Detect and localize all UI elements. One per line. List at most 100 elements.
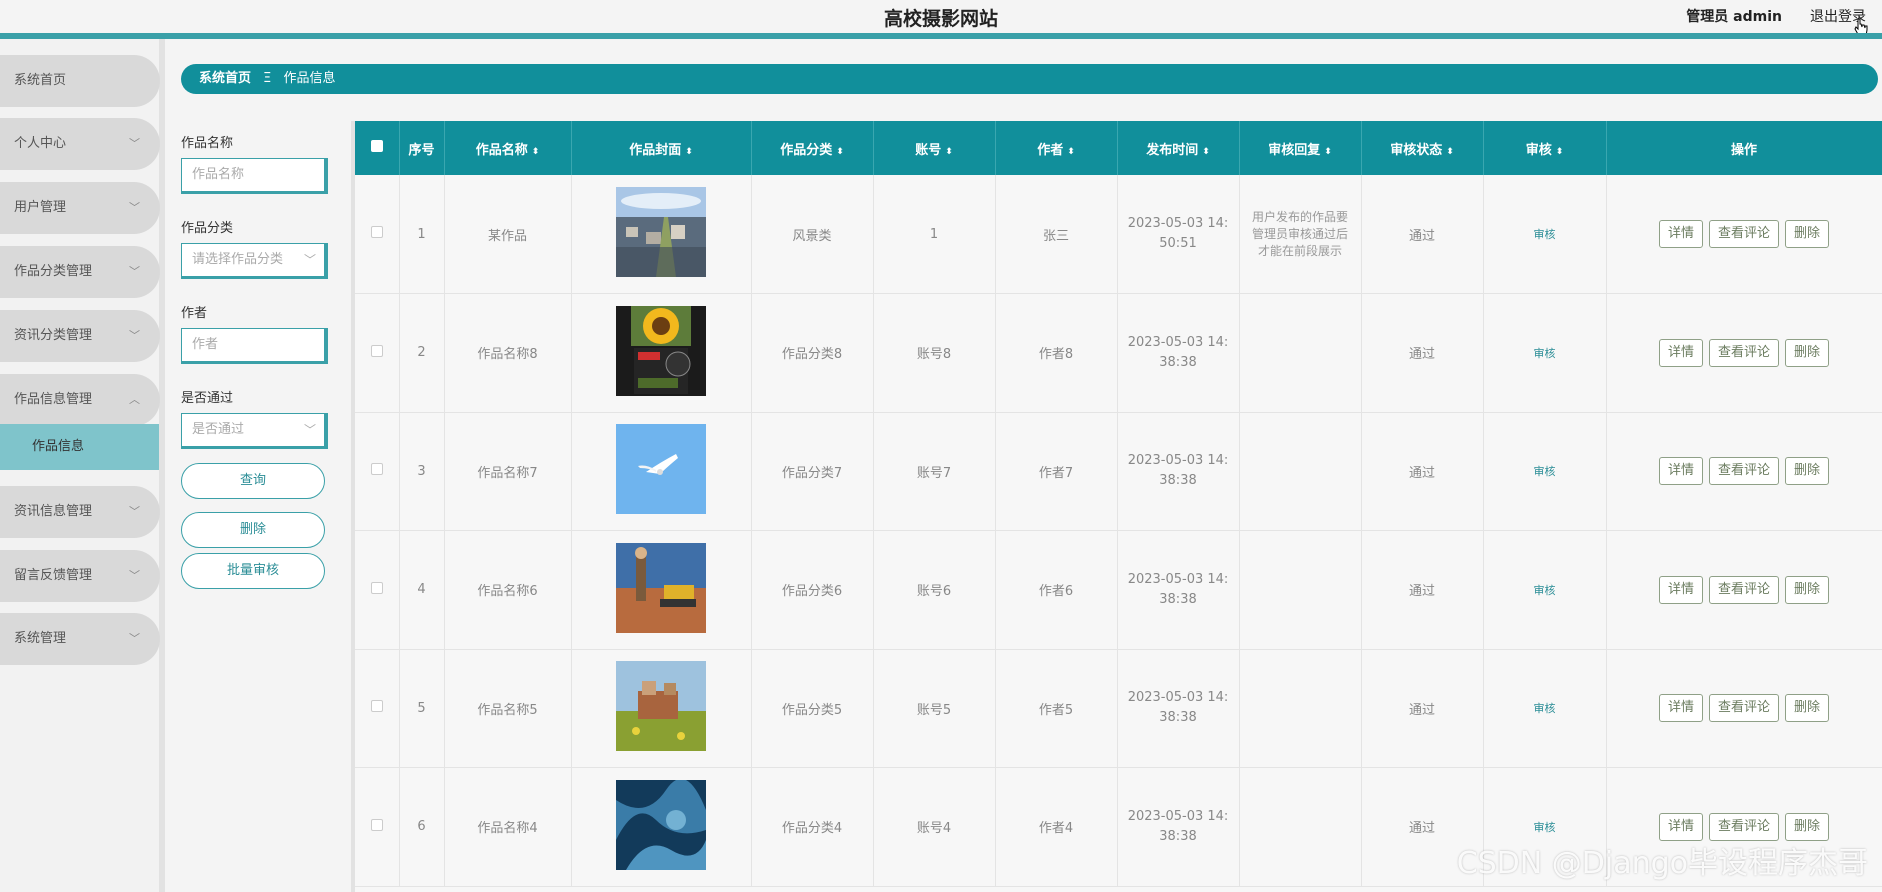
- detail-button[interactable]: 详情: [1658, 457, 1703, 486]
- actions-cell: 详情 查看评论 删除: [1606, 530, 1882, 650]
- time-cell: 2023-05-03 14:38:38: [1117, 412, 1240, 531]
- row-checkbox[interactable]: [370, 463, 383, 476]
- delete-row-button[interactable]: 删除: [1785, 338, 1830, 367]
- query-button[interactable]: 查询: [181, 463, 325, 499]
- column-header[interactable]: 发布时间 ⬍: [1117, 121, 1240, 175]
- row-select-cell[interactable]: [355, 293, 400, 413]
- pass-select[interactable]: 是否通过 ﹀: [181, 413, 328, 449]
- breadcrumb-current: 作品信息: [283, 71, 336, 86]
- detail-button[interactable]: 详情: [1658, 338, 1703, 367]
- table-row[interactable]: 1 某作品 风景类 1 张三 2023-05-03 14:50:51 用户发布的作品要管理员…: [355, 175, 1882, 294]
- row-checkbox[interactable]: [370, 344, 383, 357]
- view-comments-button[interactable]: 查看评论: [1708, 575, 1779, 604]
- category-select-placeholder: 请选择作品分类: [192, 252, 284, 267]
- sidebar-item[interactable]: 用户管理 ﹀: [0, 182, 160, 234]
- table-row[interactable]: 5 作品名称5 作品分类5 账号5 作者5 2023-05-03 14:38:38 通过 审核…: [355, 649, 1882, 768]
- column-header[interactable]: 作品名称 ⬍: [444, 121, 572, 175]
- column-header[interactable]: 审核回复 ⬍: [1239, 121, 1362, 175]
- status-cell: 通过: [1361, 293, 1484, 413]
- time-cell: 2023-05-03 14:38:38: [1117, 530, 1240, 650]
- category-cell: 风景类: [751, 175, 874, 294]
- column-header[interactable]: 账号 ⬍: [873, 121, 996, 175]
- table-row[interactable]: 4 作品名称6 作品分类6 账号6 作者6 2023-05-03 14:38:38 通过 审核…: [355, 530, 1882, 650]
- sidebar-subitem-works-info[interactable]: 作品信息: [0, 424, 159, 470]
- sidebar-item[interactable]: 系统首页: [0, 55, 160, 107]
- detail-button[interactable]: 详情: [1658, 575, 1703, 604]
- row-select-cell[interactable]: [355, 175, 400, 294]
- column-header[interactable]: 审核 ⬍: [1483, 121, 1607, 175]
- sort-icon[interactable]: ⬍: [685, 147, 693, 157]
- author-cell: 作者6: [995, 530, 1118, 650]
- admin-label: 管理员 admin: [1686, 9, 1782, 25]
- sidebar-item[interactable]: 作品分类管理 ﹀: [0, 246, 160, 298]
- row-select-cell[interactable]: [355, 530, 400, 650]
- view-comments-button[interactable]: 查看评论: [1708, 338, 1779, 367]
- column-header-label: 审核: [1525, 142, 1552, 158]
- time-cell: 2023-05-03 14:38:38: [1117, 767, 1240, 887]
- cover-cell: [571, 293, 752, 413]
- category-select[interactable]: 请选择作品分类 ﹀: [181, 243, 328, 279]
- sidebar-item[interactable]: 个人中心 ﹀: [0, 118, 160, 170]
- index-cell: 6: [399, 767, 445, 887]
- name-label: 作品名称: [181, 136, 234, 151]
- select-all-header[interactable]: [355, 121, 400, 175]
- detail-button[interactable]: 详情: [1658, 220, 1703, 248]
- delete-row-button[interactable]: 删除: [1785, 457, 1830, 486]
- audit-link[interactable]: 审核: [1534, 465, 1556, 478]
- sort-icon[interactable]: ⬍: [532, 147, 540, 157]
- audit-link[interactable]: 审核: [1534, 584, 1556, 597]
- column-header[interactable]: 审核状态 ⬍: [1361, 121, 1484, 175]
- detail-button[interactable]: 详情: [1658, 812, 1703, 841]
- sort-icon[interactable]: ⬍: [1324, 147, 1332, 157]
- sort-icon[interactable]: ⬍: [1202, 147, 1210, 157]
- name-input[interactable]: 作品名称: [181, 158, 328, 194]
- row-select-cell[interactable]: [355, 767, 400, 887]
- breadcrumb-home[interactable]: 系统首页: [199, 71, 251, 86]
- sort-icon[interactable]: ⬍: [1446, 147, 1454, 157]
- audit-link[interactable]: 审核: [1534, 347, 1556, 360]
- row-checkbox[interactable]: [370, 226, 383, 238]
- column-header[interactable]: 操作: [1606, 121, 1882, 175]
- column-header[interactable]: 作者 ⬍: [995, 121, 1118, 175]
- sort-icon[interactable]: ⬍: [836, 147, 844, 157]
- sort-icon[interactable]: ⬍: [1556, 147, 1564, 157]
- audit-link[interactable]: 审核: [1534, 228, 1556, 241]
- sidebar-item[interactable]: 作品信息管理 ︿: [0, 374, 160, 426]
- table-row[interactable]: 2 作品名称8 作品分类8 账号8 作者8 2023-05-03 14:38:38 通过 审核…: [355, 293, 1882, 413]
- row-checkbox[interactable]: [370, 818, 383, 831]
- author-input[interactable]: 作者: [181, 328, 328, 364]
- delete-row-button[interactable]: 删除: [1785, 812, 1830, 841]
- view-comments-button[interactable]: 查看评论: [1708, 457, 1779, 486]
- sidebar-item[interactable]: 资讯信息管理 ﹀: [0, 486, 160, 538]
- audit-link[interactable]: 审核: [1534, 821, 1556, 834]
- view-comments-button[interactable]: 查看评论: [1708, 694, 1779, 723]
- sidebar-item[interactable]: 资讯分类管理 ﹀: [0, 310, 160, 362]
- delete-button[interactable]: 删除: [181, 512, 325, 548]
- audit-link[interactable]: 审核: [1534, 702, 1556, 715]
- select-all-checkbox[interactable]: [370, 140, 383, 152]
- sidebar-item[interactable]: 系统管理 ﹀: [0, 613, 160, 665]
- view-comments-button[interactable]: 查看评论: [1708, 812, 1779, 841]
- view-comments-button[interactable]: 查看评论: [1708, 220, 1779, 248]
- row-checkbox[interactable]: [370, 700, 383, 713]
- sort-icon[interactable]: ⬍: [945, 147, 953, 157]
- column-header[interactable]: 序号: [399, 121, 445, 175]
- delete-row-button[interactable]: 删除: [1785, 575, 1830, 604]
- sidebar-item[interactable]: 留言反馈管理 ﹀: [0, 550, 160, 602]
- reply-cell: [1239, 530, 1362, 650]
- column-header[interactable]: 作品分类 ⬍: [751, 121, 874, 175]
- site-title: 高校摄影网站: [883, 8, 998, 30]
- chevron-icon: ﹀: [129, 137, 140, 150]
- delete-row-button[interactable]: 删除: [1785, 220, 1830, 248]
- column-header-label: 操作: [1730, 142, 1757, 158]
- detail-button[interactable]: 详情: [1658, 694, 1703, 723]
- index-cell: 4: [399, 530, 445, 650]
- row-select-cell[interactable]: [355, 649, 400, 768]
- delete-row-button[interactable]: 删除: [1785, 694, 1830, 723]
- batch-audit-button[interactable]: 批量审核: [181, 553, 325, 589]
- column-header[interactable]: 作品封面 ⬍: [571, 121, 752, 175]
- sort-icon[interactable]: ⬍: [1067, 147, 1075, 157]
- row-checkbox[interactable]: [370, 581, 383, 594]
- table-row[interactable]: 3 作品名称7 作品分类7 账号7 作者7 2023-05-03 14:38:38 通过 审核…: [355, 412, 1882, 531]
- row-select-cell[interactable]: [355, 412, 400, 531]
